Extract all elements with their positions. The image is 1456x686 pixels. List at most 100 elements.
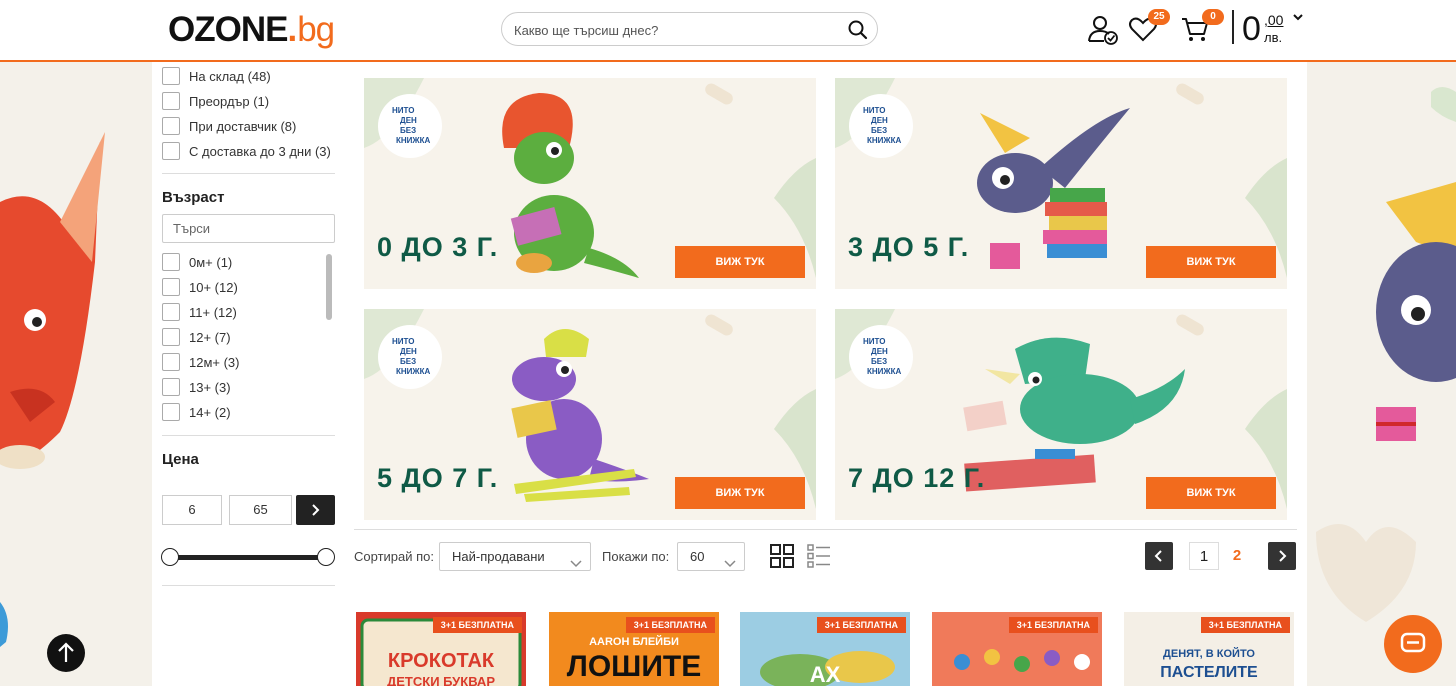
filter-age-10[interactable]: 10+ (12) [162,278,238,296]
age-list-scrollbar[interactable] [326,254,332,320]
cart-total-currency: лв. [1264,30,1283,45]
grid-view-icon[interactable] [769,543,795,569]
checkbox[interactable] [162,92,180,110]
filter-label: 12м+ (3) [189,354,240,370]
banner-age-7-12[interactable]: НИТО ДЕН БЕЗ КНИЖКА 7 ДО 12 Г. ВИЖ ТУК [835,309,1287,520]
chat-button[interactable] [1384,615,1442,673]
brand-badge: НИТО ДЕН БЕЗ КНИЖКА [378,325,442,389]
page-number[interactable]: 2 [1222,542,1252,570]
scroll-to-top-button[interactable] [47,634,85,672]
price-slider-track[interactable] [170,555,326,560]
right-background-illustration [1306,62,1456,686]
book-cover-subtitle: ДЕНЯТ, В КОЙТО [1163,648,1255,660]
banner-age-0-3[interactable]: НИТО ДЕН БЕЗ КНИЖКА 0 ДО 3 Г. ВИЖ ТУК [364,78,816,289]
logo-text: OZONE [168,10,288,49]
banner-age-label: 5 ДО 7 Г. [377,463,499,493]
brand-word: КНИЖКА [867,367,902,376]
product-card[interactable]: АARОН БЛЕЙБИ ЛОШИТЕ 3+1 БЕЗПЛАТНА [549,612,719,686]
checkbox[interactable] [162,328,180,346]
checkbox[interactable] [162,142,180,160]
checkbox[interactable] [162,403,180,421]
banner-age-5-7[interactable]: НИТО ДЕН БЕЗ КНИЖКА 5 ДО 7 Г. ВИЖ ТУК [364,309,816,520]
filter-label: 0м+ (1) [189,254,233,270]
price-apply-button[interactable] [296,495,335,525]
filter-availability-in-stock[interactable]: На склад (48) [162,67,271,85]
chevron-down-icon[interactable] [1292,10,1304,22]
promo-tag: 3+1 БЕЗПЛАТНА [625,617,715,633]
chevron-left-icon [1154,550,1162,562]
brand-word: КНИЖКА [867,136,902,145]
search-bar [501,12,878,46]
filter-availability-3-days[interactable]: С доставка до 3 дни (3) [162,142,331,160]
price-max-input[interactable]: 65 [229,495,292,525]
promo-tag: 3+1 БЕЗПЛАТНА [1200,617,1290,633]
filter-age-12m[interactable]: 12м+ (3) [162,353,240,371]
filter-label: Преордър (1) [189,93,270,109]
banner-view-button[interactable]: ВИЖ ТУК [1146,246,1276,278]
brand-word: БЕЗ [400,357,417,366]
product-card[interactable]: АХ 3+1 БЕЗПЛАТНА [740,612,910,686]
checkbox[interactable] [162,378,180,396]
filter-age-14[interactable]: 14+ (2) [162,403,231,421]
wishlist-icon[interactable]: 25 [1128,9,1170,46]
checkbox[interactable] [162,303,180,321]
filter-label: 14+ (2) [189,404,231,420]
banner-view-button[interactable]: ВИЖ ТУК [1146,477,1276,509]
banner-age-3-5[interactable]: НИТО ДЕН БЕЗ КНИЖКА 3 ДО 5 Г. ВИЖ ТУК [835,78,1287,289]
filter-age-12[interactable]: 12+ (7) [162,328,231,346]
previous-page-button[interactable] [1145,542,1173,570]
filter-label: На склад (48) [189,68,271,84]
brand-word: НИТО [392,106,415,115]
cart-icon[interactable]: 0 [1180,9,1224,46]
ozone-logo[interactable]: OZONE. bg [168,10,335,52]
age-search-input[interactable] [163,215,334,242]
price-filter-title: Цена [162,451,199,468]
brand-word: ДЕН [400,116,417,125]
filter-age-11[interactable]: 11+ (12) [162,303,237,321]
filter-age-13[interactable]: 13+ (3) [162,378,231,396]
age-search-field[interactable] [162,214,335,243]
search-icon[interactable] [847,19,869,41]
banner-age-label: 3 ДО 5 Г. [848,232,970,262]
promo-tag: 3+1 БЕЗПЛАТНА [1008,617,1098,633]
account-icon[interactable] [1086,14,1120,46]
checkbox[interactable] [162,353,180,371]
sort-select[interactable]: Най-продавани [439,542,591,571]
logo-tld: bg [297,10,335,49]
checkbox[interactable] [162,253,180,271]
chevron-down-icon [724,551,736,568]
chevron-right-icon [312,504,320,516]
filter-age-0m[interactable]: 0м+ (1) [162,253,232,271]
brand-word: БЕЗ [871,357,888,366]
price-slider-max-handle[interactable] [317,548,335,566]
checkbox[interactable] [162,67,180,85]
product-card[interactable]: КРОКОТАК ДЕТСКИ БУКВАР 3+1 БЕЗПЛАТНА [356,612,526,686]
brand-badge: НИТО ДЕН БЕЗ КНИЖКА [849,325,913,389]
brand-word: КНИЖКА [396,136,431,145]
chevron-right-icon [1279,550,1287,562]
filter-label: 12+ (7) [189,329,231,345]
price-min-input[interactable]: 6 [162,495,222,525]
filter-label: При доставчик (8) [189,118,297,134]
next-page-button[interactable] [1268,542,1296,570]
list-view-icon[interactable] [806,543,832,569]
brand-word: ДЕН [871,347,888,356]
checkbox[interactable] [162,278,180,296]
checkbox[interactable] [162,117,180,135]
page-size-select[interactable]: 60 [677,542,745,571]
product-card[interactable]: ДЕНЯТ, В КОЙТО ПАСТЕЛИТЕ 3+1 БЕЗПЛАТНА [1124,612,1294,686]
price-slider-min-handle[interactable] [161,548,179,566]
brand-word: ДЕН [400,347,417,356]
product-card[interactable]: 3+1 БЕЗПЛАТНА [932,612,1102,686]
filter-availability-supplier[interactable]: При доставчик (8) [162,117,296,135]
banner-view-button[interactable]: ВИЖ ТУК [675,477,805,509]
page-number-current[interactable]: 1 [1189,542,1219,570]
banner-view-button[interactable]: ВИЖ ТУК [675,246,805,278]
banner-age-label: 7 ДО 12 Г. [848,463,986,493]
site-header: OZONE.bg 25 0 0 ,00 лв. [0,0,1456,62]
filter-availability-preorder[interactable]: Преордър (1) [162,92,269,110]
filter-label: 10+ (12) [189,279,238,295]
brand-word: ДЕН [871,116,888,125]
search-input[interactable] [514,19,834,41]
header-divider [1232,10,1234,44]
